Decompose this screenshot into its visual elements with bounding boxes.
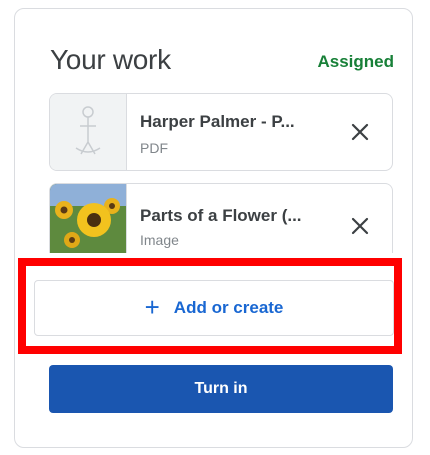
- status-badge: Assigned: [317, 52, 394, 71]
- plus-icon: +: [144, 291, 160, 322]
- pdf-thumbnail-icon: [50, 94, 127, 170]
- close-icon[interactable]: [348, 120, 372, 144]
- turn-in-button[interactable]: Turn in: [49, 365, 393, 413]
- add-or-create-button[interactable]: + Add or create: [34, 280, 394, 336]
- attachment-name: Parts of a Flower (...: [140, 206, 302, 225]
- attachment-type: PDF: [140, 140, 168, 156]
- attachment-item[interactable]: Harper Palmer - P... PDF: [49, 93, 393, 171]
- attachment-type: Image: [140, 232, 179, 248]
- attachment-item[interactable]: Parts of a Flower (... Image: [49, 183, 393, 253]
- sunflower-image-thumbnail: [50, 184, 127, 253]
- attachment-name: Harper Palmer - P...: [140, 112, 295, 131]
- panel-title: Your work: [50, 44, 171, 75]
- turn-in-label: Turn in: [194, 380, 248, 397]
- add-or-create-label: Add or create: [173, 298, 284, 317]
- close-icon[interactable]: [348, 214, 372, 238]
